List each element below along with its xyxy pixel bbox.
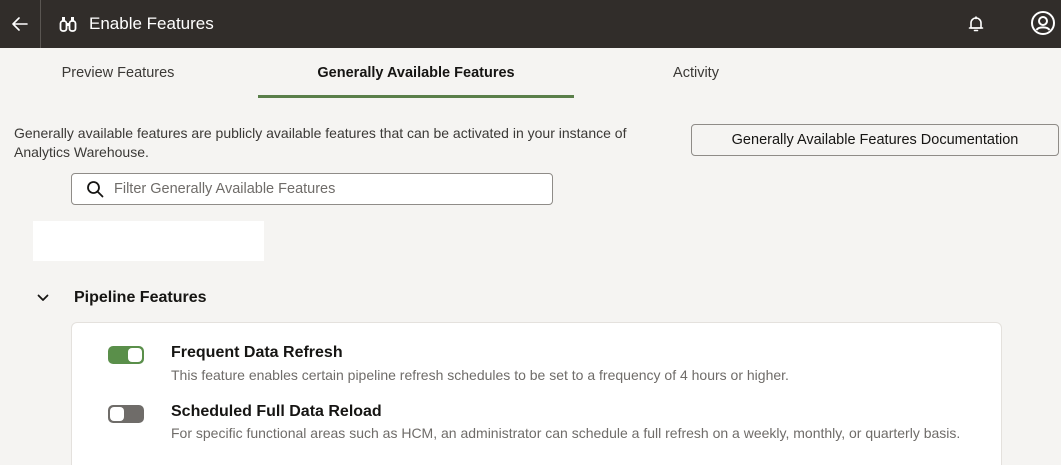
- filter-field[interactable]: [71, 173, 553, 205]
- arrow-left-icon: [12, 17, 28, 31]
- tab-generally-available-features[interactable]: Generally Available Features: [258, 48, 574, 98]
- tab-activity[interactable]: Activity: [620, 48, 772, 98]
- features-card: Frequent Data Refresh This feature enabl…: [71, 322, 1002, 465]
- feature-title: Frequent Data Refresh: [171, 344, 343, 361]
- section-title: Pipeline Features: [74, 289, 207, 306]
- feature-tabs: Preview Features Generally Available Fea…: [0, 48, 1061, 98]
- toggle-knob: [128, 348, 142, 362]
- back-button[interactable]: [0, 0, 40, 48]
- tab-preview-features[interactable]: Preview Features: [28, 48, 208, 98]
- empty-panel: [33, 221, 264, 261]
- documentation-button[interactable]: Generally Available Features Documentati…: [691, 124, 1059, 156]
- scheduled-full-data-reload-toggle[interactable]: [108, 405, 144, 423]
- feature-title: Scheduled Full Data Reload: [171, 403, 382, 420]
- frequent-data-refresh-toggle[interactable]: [108, 346, 144, 364]
- binoculars-icon: [59, 17, 77, 32]
- pipeline-features-header[interactable]: Pipeline Features: [36, 286, 207, 310]
- header-divider: [40, 0, 41, 48]
- page-title: Enable Features: [89, 14, 214, 33]
- search-icon: [87, 181, 104, 198]
- chevron-down-icon: [37, 294, 49, 301]
- app-header: Enable Features: [0, 0, 1061, 48]
- feature-description: For specific functional areas such as HC…: [171, 425, 961, 441]
- page-description: Generally available features are publicl…: [14, 125, 627, 160]
- toggle-knob: [110, 407, 124, 421]
- feature-description: This feature enables certain pipeline re…: [171, 367, 789, 383]
- user-avatar-icon[interactable]: [1031, 11, 1055, 35]
- page-title-group: Enable Features: [59, 14, 214, 34]
- bell-icon[interactable]: [966, 14, 986, 34]
- filter-input[interactable]: [114, 181, 552, 197]
